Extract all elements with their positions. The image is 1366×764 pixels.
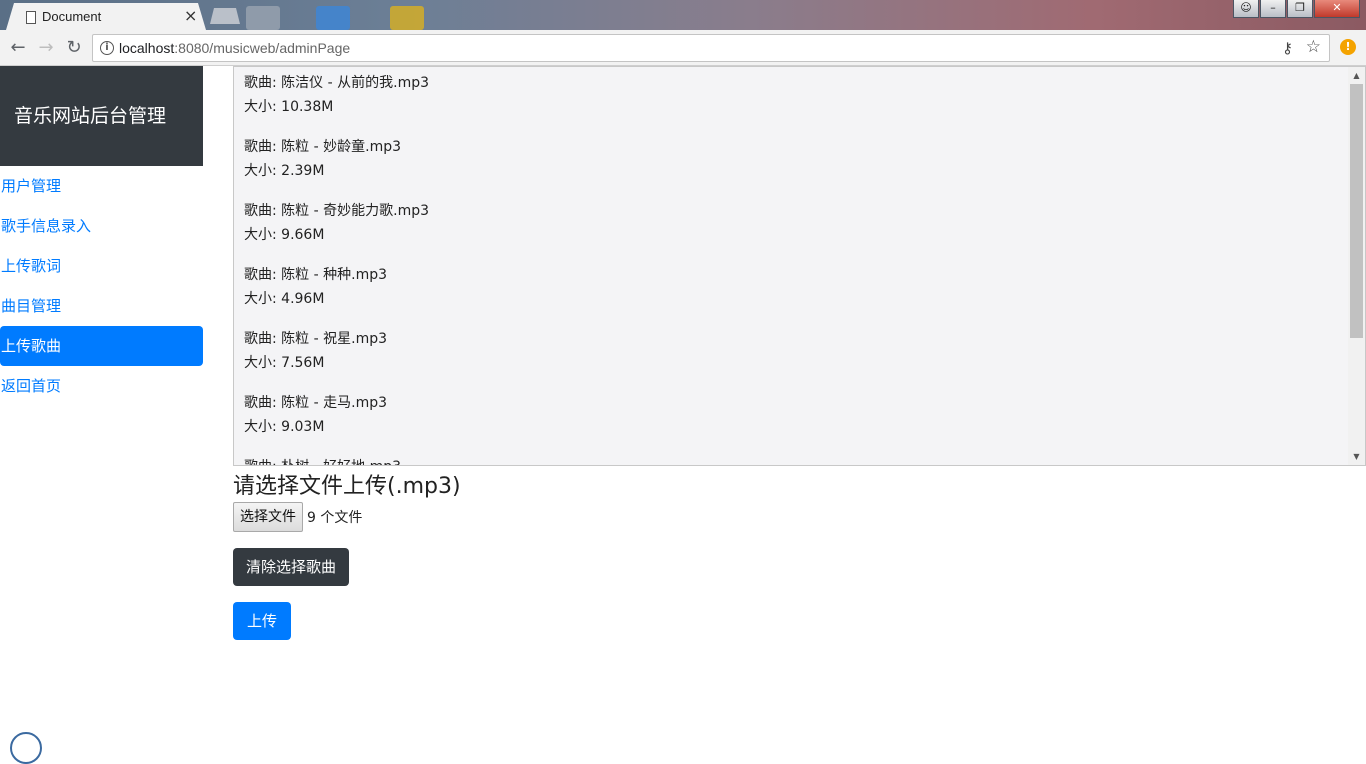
sidebar-item-singer-entry[interactable]: 歌手信息录入 — [0, 206, 203, 246]
sidebar: 音乐网站后台管理 用户管理 歌手信息录入 上传歌词 曲目管理 上传歌曲 返回首页 — [0, 66, 203, 738]
song-name: 歌曲: 陈粒 - 祝星.mp3 — [244, 331, 388, 347]
page-content: 音乐网站后台管理 用户管理 歌手信息录入 上传歌词 曲目管理 上传歌曲 返回首页… — [0, 66, 1366, 764]
list-item: 歌曲: 陈粒 - 奇妙能力歌.mp3 大小: 9.66M — [234, 195, 1365, 259]
song-size: 大小: 2.39M — [244, 163, 325, 179]
minimize-button[interactable]: – — [1260, 0, 1286, 18]
back-button[interactable]: ← — [6, 36, 30, 60]
tab-title: Document — [42, 9, 102, 24]
choose-file-button[interactable]: 选择文件 — [233, 502, 303, 532]
list-item: 歌曲: 陈粒 - 走马.mp3 大小: 9.03M — [234, 387, 1365, 451]
document-icon — [26, 11, 36, 24]
list-item: 歌曲: 陈粒 - 种种.mp3 大小: 4.96M — [234, 259, 1365, 323]
sidebar-item-home[interactable]: 返回首页 — [0, 366, 203, 406]
browser-tabstrip: Document × ☺ – ❐ ✕ — [0, 0, 1366, 30]
url-host: localhost — [119, 40, 175, 56]
song-size: 大小: 9.66M — [244, 227, 325, 243]
url-path: :8080/musicweb/adminPage — [174, 40, 351, 56]
restore-button[interactable]: ❐ — [1287, 0, 1313, 18]
file-count-text: 9 个文件 — [307, 510, 363, 526]
clear-selection-button[interactable]: 清除选择歌曲 — [233, 548, 350, 586]
star-icon[interactable]: ☆ — [1306, 37, 1321, 57]
desktop-icon-2 — [316, 6, 350, 30]
selected-songs-list[interactable]: 歌曲: 陈洁仪 - 从前的我.mp3 大小: 10.38M 歌曲: 陈粒 - 妙… — [233, 66, 1366, 466]
scroll-down-arrow-icon[interactable]: ▼ — [1348, 448, 1365, 465]
browser-tab[interactable]: Document × — [6, 3, 206, 30]
list-item: 歌曲: 陈粒 - 妙龄童.mp3 大小: 2.39M — [234, 131, 1365, 195]
song-size: 大小: 7.56M — [244, 355, 325, 371]
sidebar-item-upload-lyrics[interactable]: 上传歌词 — [0, 246, 203, 286]
reload-button[interactable]: ↻ — [62, 36, 86, 60]
sidebar-item-track-management[interactable]: 曲目管理 — [0, 286, 203, 326]
file-input: 选择文件 9 个文件 — [233, 502, 362, 532]
vertical-scrollbar[interactable]: ▲ ▼ — [1348, 67, 1365, 465]
forward-button[interactable]: → — [34, 36, 58, 60]
song-name: 歌曲: 陈洁仪 - 从前的我.mp3 — [244, 75, 430, 91]
sidebar-nav: 用户管理 歌手信息录入 上传歌词 曲目管理 上传歌曲 返回首页 — [0, 166, 203, 406]
song-size: 大小: 9.03M — [244, 419, 325, 435]
song-name: 歌曲: 陈粒 - 奇妙能力歌.mp3 — [244, 203, 430, 219]
url-text[interactable]: localhost:8080/musicweb/adminPage — [119, 40, 350, 56]
address-bar[interactable]: i localhost:8080/musicweb/adminPage ⚷ ☆ — [92, 34, 1330, 62]
extension-alert-icon[interactable]: ! — [1340, 39, 1356, 55]
list-item: 歌曲: 陈洁仪 - 从前的我.mp3 大小: 10.38M — [234, 67, 1365, 131]
list-item: 歌曲: 朴树 - 好好地.mp3 — [234, 451, 1365, 465]
browser-toolbar: ← → ↻ i localhost:8080/musicweb/adminPag… — [0, 30, 1366, 66]
new-tab-button[interactable] — [210, 8, 240, 24]
sidebar-item-user-management[interactable]: 用户管理 — [0, 166, 203, 206]
song-name: 歌曲: 朴树 - 好好地.mp3 — [244, 455, 1355, 465]
desktop-icon-1 — [246, 6, 280, 30]
brand-title: 音乐网站后台管理 — [0, 66, 203, 166]
key-icon[interactable]: ⚷ — [1282, 39, 1293, 57]
desktop-icon-3 — [390, 6, 424, 30]
list-item: 歌曲: 陈粒 - 祝星.mp3 大小: 7.56M — [234, 323, 1365, 387]
upload-button[interactable]: 上传 — [233, 602, 292, 640]
window-controls: ☺ – ❐ ✕ — [1233, 0, 1360, 18]
song-size: 大小: 4.96M — [244, 291, 325, 307]
upload-heading: 请选择文件上传(.mp3) — [233, 474, 461, 499]
song-size: 大小: 10.38M — [244, 99, 334, 115]
song-name: 歌曲: 陈粒 - 妙龄童.mp3 — [244, 139, 402, 155]
sidebar-item-upload-songs[interactable]: 上传歌曲 — [0, 326, 203, 366]
song-name: 歌曲: 陈粒 - 走马.mp3 — [244, 395, 388, 411]
scroll-up-arrow-icon[interactable]: ▲ — [1348, 67, 1365, 84]
info-icon[interactable]: i — [100, 41, 114, 55]
close-tab-icon[interactable]: × — [184, 6, 197, 25]
scroll-thumb[interactable] — [1350, 84, 1363, 338]
song-name: 歌曲: 陈粒 - 种种.mp3 — [244, 267, 388, 283]
close-window-button[interactable]: ✕ — [1314, 0, 1360, 18]
floating-circle-icon — [10, 732, 42, 764]
user-icon[interactable]: ☺ — [1233, 0, 1259, 18]
